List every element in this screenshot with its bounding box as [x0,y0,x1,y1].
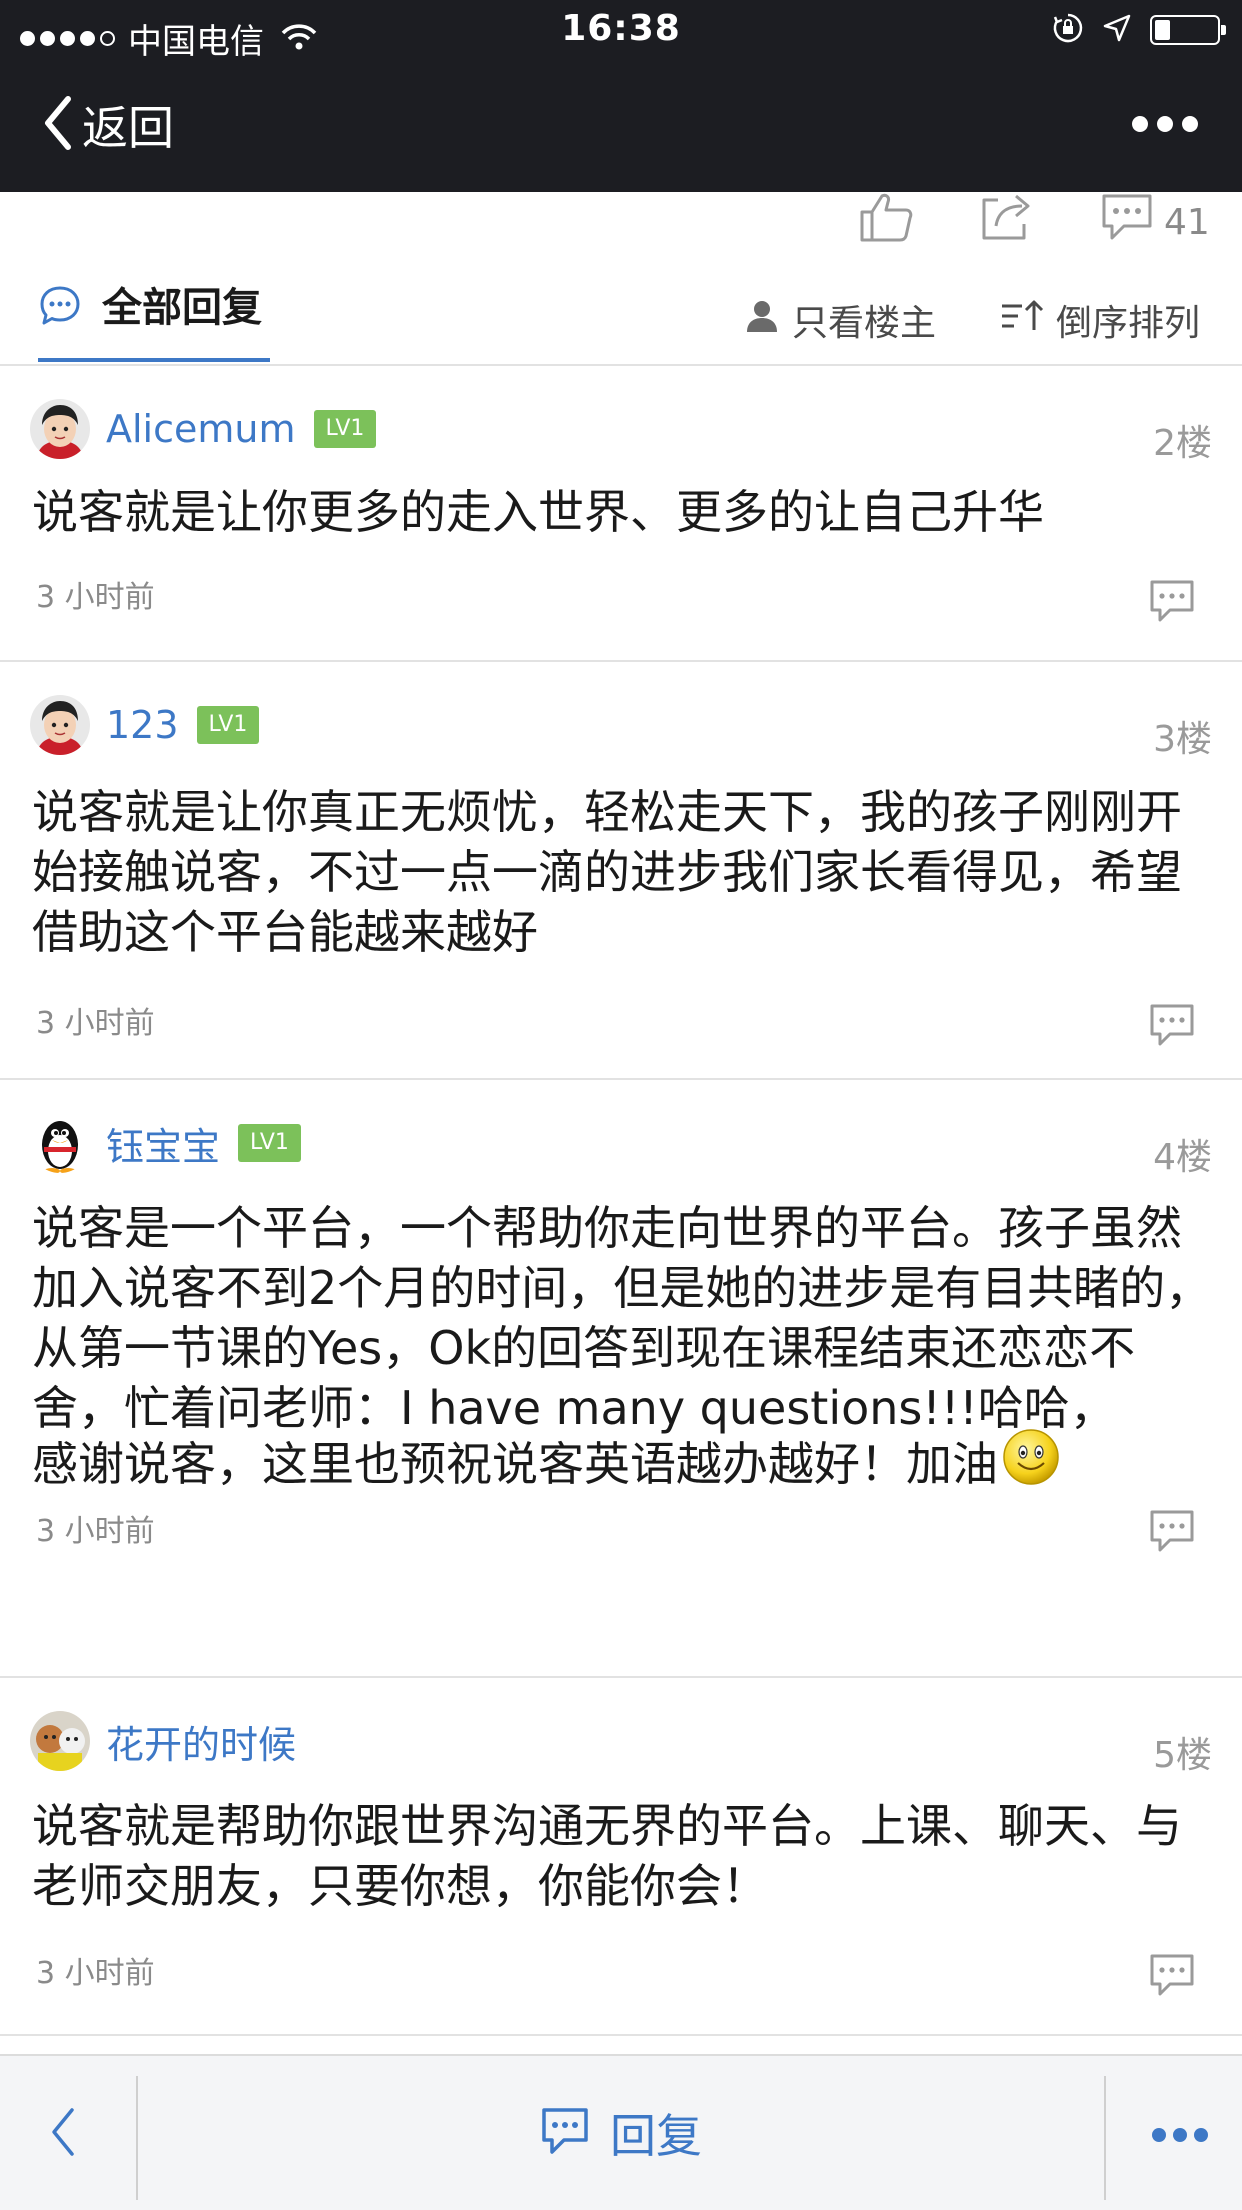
avatar[interactable] [30,1711,90,1771]
comment-item: 花开的时候 5楼 说客就是帮助你跟世界沟通无界的平台。上课、聊天、与老师交朋友，… [0,1676,1242,2036]
dot [1157,116,1173,132]
reply-comment-icon[interactable] [1148,1002,1196,1054]
tab-all-replies-label: 全部回复 [102,285,262,331]
status-bar: 中国电信 16:38 [0,0,1242,62]
avatar[interactable] [30,399,90,459]
reply-comment-icon[interactable] [1148,1508,1196,1560]
divider [1104,2076,1106,2200]
like-button[interactable] [858,192,914,246]
dot [1182,116,1198,132]
toolbar-more-button[interactable] [1152,2128,1208,2142]
chat-bubble-icon [38,284,82,332]
reply-tab-bar: 全部回复 只看楼主 倒序排列 [0,262,1242,366]
thumbs-up-icon [858,192,914,246]
comment-text: 说客就是让你真正无烦忧，轻松走天下，我的孩子刚刚开始接触说客，不过一点一滴的进步… [32,785,1182,959]
comment-item: 钰宝宝 LV1 4楼 说客是一个平台，一个帮助你走向世界的平台。孩子虽然加入说客… [0,1078,1242,1678]
owner-only-label: 只看楼主 [792,303,937,344]
owner-only-button[interactable]: 只看楼主 [744,294,936,346]
username[interactable]: Alicemum [106,407,296,451]
dot [1173,2128,1187,2142]
floor-number: 5楼 [1153,1735,1212,1776]
reply-comment-icon[interactable] [1148,578,1196,630]
level-badge: LV1 [313,410,377,448]
reverse-order-button[interactable]: 倒序排列 [1000,294,1200,346]
tab-all-replies[interactable]: 全部回复 [38,284,270,362]
chevron-left-icon [46,2108,80,2164]
username[interactable]: 钰宝宝 [106,1116,220,1171]
avatar[interactable] [30,695,90,755]
level-badge: LV1 [196,706,260,744]
comment-time: 3 小时前 [36,1006,155,1041]
comment-text: 说客是一个平台，一个帮助你走向世界的平台。孩子虽然加入说客不到2个月的时间，但是… [32,1201,1212,1435]
sort-icon [1000,298,1044,343]
username[interactable]: 花开的时候 [106,1714,296,1769]
dot [1132,116,1148,132]
comment-icon [1100,192,1154,246]
smiley-emoji-icon [1002,1429,1060,1497]
user-icon [744,298,780,343]
comment-count: 41 [1164,201,1210,243]
reply-comment-icon[interactable] [1148,1952,1196,2004]
comment-button[interactable]: 41 [1100,192,1210,246]
reply-button[interactable]: 回复 [540,2100,702,2166]
divider [136,2076,138,2200]
comment-text-continued: 感谢说客，这里也预祝说客英语越办越好！加油 [32,1428,1212,1500]
floor-number: 2楼 [1153,423,1212,464]
battery-level [1155,20,1170,40]
post-action-row: 41 [0,192,1242,262]
comment-time: 3 小时前 [36,1956,155,1991]
share-icon [978,192,1034,246]
floor-number: 3楼 [1153,719,1212,760]
back-label: 返回 [82,101,174,155]
back-button[interactable]: 返回 [40,92,174,158]
comment-text: 说客就是让你更多的走入世界、更多的让自己升华 [32,485,1044,539]
username[interactable]: 123 [106,703,179,747]
dot [1152,2128,1166,2142]
avatar[interactable] [30,1113,90,1173]
reply-label: 回复 [610,2109,702,2163]
comment-text-line: 感谢说客，这里也预祝说客英语越办越好！加油 [32,1437,998,1491]
battery-icon [1150,15,1226,45]
more-menu-button[interactable] [1132,116,1198,132]
dot [1194,2128,1208,2142]
comment-item: Alicemum LV1 2楼 说客就是让你更多的走入世界、更多的让自己升华 3… [0,364,1242,662]
comment-item: 123 LV1 3楼 说客就是让你真正无烦忧，轻松走天下，我的孩子刚刚开始接触说… [0,660,1242,1080]
reverse-order-label: 倒序排列 [1056,303,1201,344]
rotation-lock-icon [1052,12,1084,48]
level-badge: LV1 [238,1124,301,1162]
comment-time: 3 小时前 [36,580,155,615]
share-button[interactable] [978,192,1034,246]
chevron-left-icon [40,93,76,157]
toolbar-back-button[interactable] [46,2104,80,2164]
bottom-toolbar: 回复 [0,2054,1242,2210]
comment-text: 说客就是帮助你跟世界沟通无界的平台。上课、聊天、与老师交朋友，只要你想，你能你会… [32,1799,1182,1913]
floor-number: 4楼 [1153,1137,1212,1178]
comment-time: 3 小时前 [36,1514,155,1549]
nav-bar: 返回 [0,62,1242,192]
comment-icon [540,2106,590,2160]
location-icon [1102,13,1132,47]
